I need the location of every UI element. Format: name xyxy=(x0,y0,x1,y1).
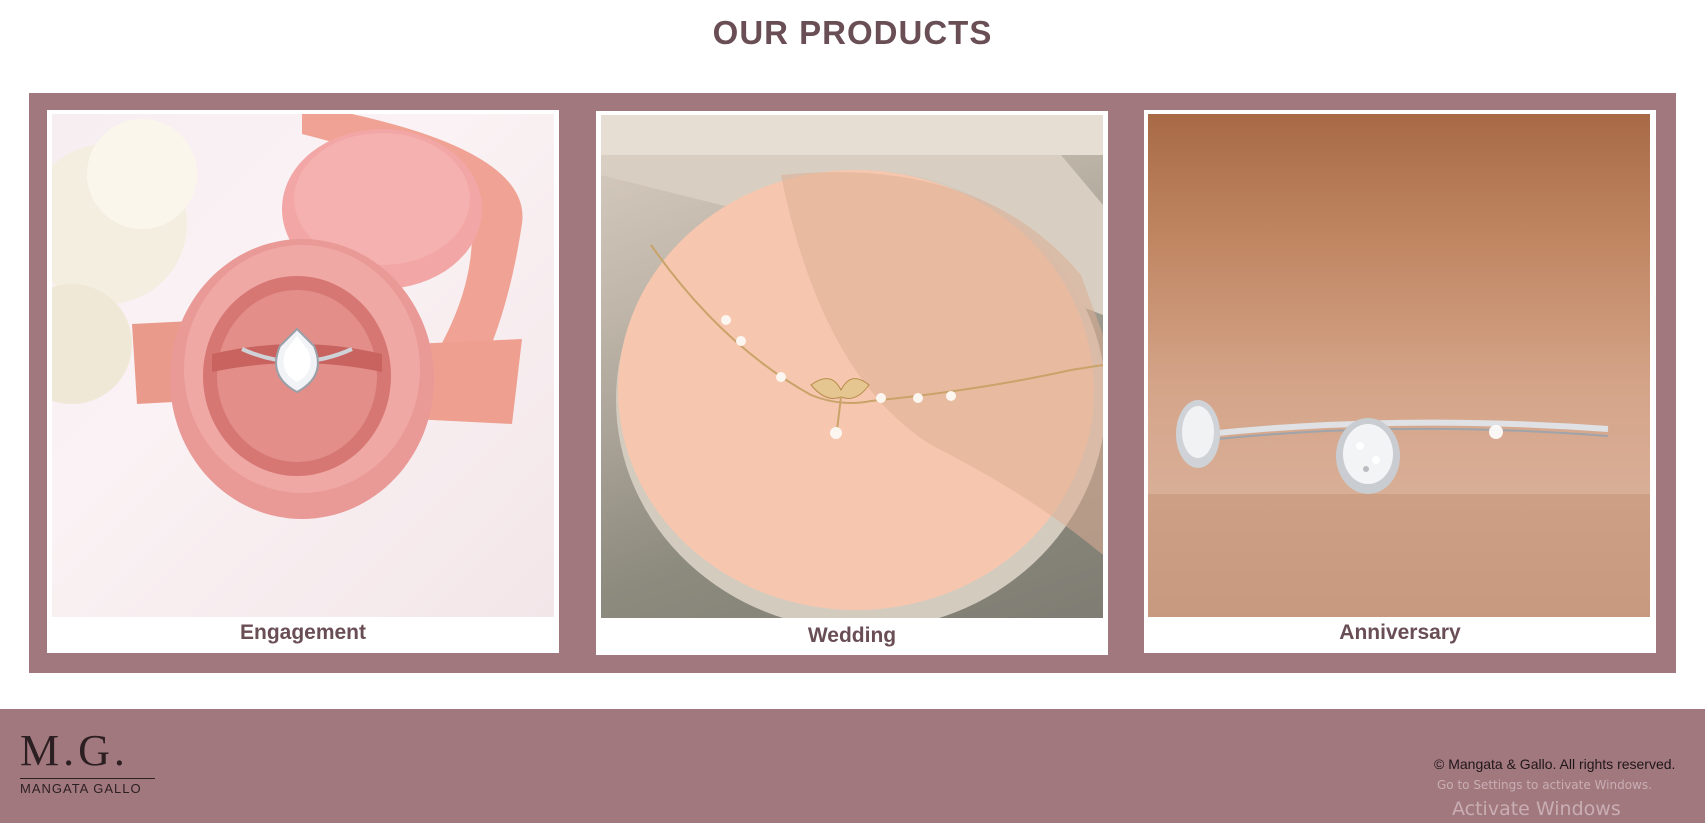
product-card-wedding[interactable]: Wedding xyxy=(596,111,1108,655)
engagement-ring-image[interactable] xyxy=(52,114,554,617)
copyright-text: © Mangata & Gallo. All rights reserved. xyxy=(1434,756,1676,772)
product-card-anniversary[interactable]: Anniversary xyxy=(1144,110,1656,653)
product-label-wedding[interactable]: Wedding xyxy=(596,624,1108,648)
brand-logo-mark[interactable]: M.G. xyxy=(20,729,129,773)
page-title: OUR PRODUCTS xyxy=(712,14,993,51)
activate-windows-subtitle: Go to Settings to activate Windows. xyxy=(1437,778,1652,792)
footer: M.G. MANGATA GALLO © Mangata & Gallo. Al… xyxy=(0,709,1705,823)
product-label-engagement[interactable]: Engagement xyxy=(47,621,559,645)
brand-logo-name[interactable]: MANGATA GALLO xyxy=(20,781,142,796)
anniversary-bracelet-image[interactable] xyxy=(1148,114,1650,617)
products-panel: Engagement Wedding Anniversary xyxy=(29,93,1676,673)
brand-logo-rule xyxy=(20,778,155,779)
activate-windows-title: Activate Windows xyxy=(1452,798,1621,820)
product-card-engagement[interactable]: Engagement xyxy=(47,110,559,653)
product-label-anniversary[interactable]: Anniversary xyxy=(1144,621,1656,645)
wedding-necklace-image[interactable] xyxy=(601,115,1103,618)
